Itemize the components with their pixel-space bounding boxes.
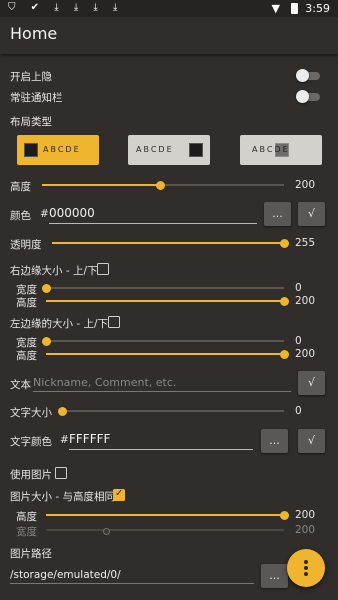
right-edge-label: 右边缘大小 - 上/下 [10, 265, 98, 277]
enable-hide-label: 开启上隐 [10, 71, 52, 83]
transparency-label: 透明度 [10, 239, 42, 251]
image-width-label: 宽度 [16, 526, 37, 538]
layout-type-label: 布局类型 [10, 116, 52, 128]
text-color-input[interactable]: FFFFFF [69, 432, 253, 450]
image-height-thumb[interactable] [280, 511, 289, 520]
left-edge-height-fill [46, 353, 284, 355]
image-size-label: 图片大小 - 与高度相同 [10, 491, 115, 503]
height-label: 高度 [10, 181, 31, 193]
layout-option-1-label: ABCDE [43, 145, 81, 154]
left-edge-label: 左边缘的大小 - 上/下 [10, 318, 109, 330]
text-size-label: 文字大小 [10, 407, 52, 419]
layout-option-2[interactable]: ABCDE [128, 135, 210, 165]
layout-option-1[interactable]: ABCDE [17, 135, 99, 165]
image-width-value: 200 [295, 524, 316, 536]
color-label: 颜色 [10, 210, 31, 222]
persistent-notification-label: 常驻通知栏 [10, 92, 63, 104]
right-edge-height-thumb[interactable] [280, 297, 289, 306]
layout-option-2-label: ABCDE [136, 145, 174, 154]
image-path-more-button[interactable]: ... [261, 564, 288, 588]
wifi-icon: ▼ [271, 2, 280, 15]
layout-square-icon [24, 143, 38, 157]
use-image-checkbox[interactable] [55, 467, 67, 479]
left-edge-height-label: 高度 [16, 350, 37, 362]
text-label: 文本 [10, 379, 31, 391]
layout-square-icon [275, 143, 289, 157]
text-size-track [62, 410, 284, 412]
transparency-slider-thumb[interactable] [280, 239, 289, 248]
image-height-value: 200 [295, 509, 316, 521]
more-options-fab[interactable] [287, 549, 325, 587]
right-edge-width-value: 0 [295, 282, 302, 294]
status-bar: ⛉ ✔ ⤓ ⤓ ⤓ ⤓ ▼ 3:59 [0, 0, 338, 17]
text-color-more-button[interactable]: ... [261, 429, 288, 453]
text-size-thumb[interactable] [58, 407, 67, 416]
height-value: 200 [295, 179, 316, 191]
battery-icon [291, 3, 298, 14]
left-edge-height-value: 200 [295, 348, 316, 360]
text-color-confirm-button[interactable]: √ [298, 429, 325, 453]
image-width-thumb [103, 528, 110, 535]
color-confirm-button[interactable]: √ [298, 202, 325, 226]
color-hash: # [40, 208, 49, 220]
image-width-track [46, 529, 284, 531]
left-edge-width-thumb[interactable] [42, 337, 51, 346]
left-edge-width-track [46, 340, 284, 342]
right-edge-height-label: 高度 [16, 297, 37, 309]
height-slider-fill [42, 184, 160, 186]
text-color-label: 文字颜色 [10, 436, 52, 448]
enable-hide-switch[interactable] [296, 69, 320, 82]
right-edge-height-value: 200 [295, 295, 316, 307]
image-height-fill [46, 514, 284, 516]
left-edge-checkbox[interactable] [108, 316, 120, 328]
right-edge-checkbox[interactable] [97, 263, 109, 275]
text-input[interactable]: Nickname, Comment, etc. [33, 376, 291, 392]
persistent-notification-switch[interactable] [296, 90, 320, 103]
image-path-label: 图片路径 [10, 548, 52, 560]
color-input[interactable]: 000000 [49, 206, 257, 224]
height-slider-track [160, 184, 284, 186]
page-title: Home [10, 24, 58, 43]
height-slider-thumb[interactable] [156, 181, 165, 190]
notification-icons: ⛉ ✔ ⤓ ⤓ ⤓ ⤓ [8, 2, 124, 13]
color-more-button[interactable]: ... [264, 202, 291, 226]
image-height-label: 高度 [16, 511, 37, 523]
image-path-input[interactable]: /storage/emulated/0/ [10, 569, 254, 584]
right-edge-width-track [46, 287, 284, 289]
text-size-value: 0 [295, 405, 302, 417]
layout-option-3[interactable]: ABCDE [240, 135, 322, 165]
left-edge-width-value: 0 [295, 335, 302, 347]
transparency-slider-fill [52, 242, 284, 244]
text-confirm-button[interactable]: √ [298, 371, 325, 395]
right-edge-height-fill [46, 300, 284, 302]
transparency-value: 255 [295, 237, 316, 249]
app-bar: Home [0, 17, 338, 54]
clock: 3:59 [305, 2, 330, 15]
left-edge-height-thumb[interactable] [280, 350, 289, 359]
use-image-label: 使用图片 [10, 469, 52, 481]
text-color-hash: # [60, 434, 69, 446]
layout-square-icon [189, 143, 203, 157]
image-size-checkbox[interactable] [113, 488, 125, 501]
right-edge-width-thumb[interactable] [42, 284, 51, 293]
